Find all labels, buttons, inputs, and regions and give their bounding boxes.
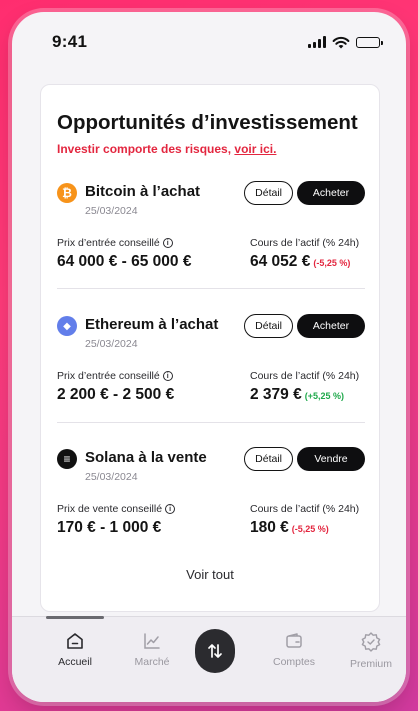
opportunity-title: Bitcoin à l’achat	[85, 183, 201, 200]
bottom-tab-bar: Accueil Marché Comptes Premium	[12, 616, 406, 702]
risk-warning: Investir comporte des risques, voir ici.	[57, 142, 276, 156]
asset-change: (-5,25 %)	[291, 524, 329, 534]
active-tab-indicator	[46, 616, 104, 619]
price-label-text: Prix d’entrée conseillé	[57, 370, 160, 382]
see-all-link[interactable]: Voir tout	[41, 567, 379, 582]
swap-arrows-icon	[208, 644, 222, 658]
price-label-text: Prix d’entrée conseillé	[57, 237, 160, 249]
investment-card: Opportunités d’investissement Investir c…	[40, 84, 380, 612]
signal-icon	[308, 36, 326, 48]
tab-market[interactable]: Marché	[117, 631, 187, 668]
asset-label: Cours de l’actif (% 24h)	[250, 237, 360, 249]
price-value: 170 € - 1 000 €	[57, 519, 162, 536]
chart-icon	[144, 633, 160, 649]
detail-button[interactable]: Détail	[244, 314, 293, 338]
price-label-text: Prix de vente conseillé	[57, 503, 163, 515]
opportunity-ethereum: ◆ Ethereum à l’achat 25/03/2024 Détail A…	[57, 314, 365, 444]
asset-value: 64 052 € (-5,25 %)	[250, 253, 350, 271]
price-value: 64 000 € - 65 000 €	[57, 253, 192, 270]
solana-icon: ≡	[57, 449, 77, 469]
wallet-icon	[286, 633, 302, 648]
price-label: Prix de vente conseillé i	[57, 503, 176, 515]
asset-value: 180 € (-5,25 %)	[250, 519, 329, 537]
detail-button[interactable]: Détail	[244, 181, 293, 205]
asset-price: 180 €	[250, 519, 289, 536]
opportunity-title: Solana à la vente	[85, 449, 207, 466]
sell-button[interactable]: Vendre	[297, 447, 365, 471]
info-icon[interactable]: i	[165, 504, 176, 514]
price-label: Prix d’entrée conseillé i	[57, 370, 173, 382]
opportunity-date: 25/03/2024	[85, 338, 138, 350]
detail-button[interactable]: Détail	[244, 447, 293, 471]
price-value: 2 200 € - 2 500 €	[57, 386, 175, 403]
ethereum-icon: ◆	[57, 316, 77, 336]
asset-label: Cours de l’actif (% 24h)	[250, 370, 360, 382]
tab-accounts[interactable]: Comptes	[259, 631, 329, 668]
risk-warning-text: Investir comporte des risques,	[57, 142, 235, 156]
opportunity-date: 25/03/2024	[85, 205, 138, 217]
tab-premium[interactable]: Premium	[336, 631, 406, 670]
phone-frame: 9:41 Opportunités d’investissement Inves…	[12, 12, 406, 702]
price-label: Prix d’entrée conseillé i	[57, 237, 173, 249]
tab-label: Accueil	[58, 656, 92, 668]
status-icons	[308, 36, 383, 49]
divider	[57, 422, 365, 423]
opportunity-date: 25/03/2024	[85, 471, 138, 483]
tab-label: Comptes	[272, 656, 315, 668]
info-icon[interactable]: i	[162, 371, 173, 381]
asset-change: (+5,25 %)	[304, 391, 344, 401]
tab-home[interactable]: Accueil	[40, 631, 110, 668]
asset-value: 2 379 € (+5,25 %)	[250, 386, 344, 404]
bitcoin-icon: ₿	[57, 183, 77, 203]
opportunity-title: Ethereum à l’achat	[85, 316, 219, 333]
buy-button[interactable]: Acheter	[297, 314, 365, 338]
tab-label: Marché	[134, 656, 170, 668]
opportunity-bitcoin: ₿ Bitcoin à l’achat 25/03/2024 Détail Ac…	[57, 181, 365, 311]
status-bar: 9:41	[12, 12, 406, 72]
info-icon[interactable]: i	[162, 238, 173, 248]
swap-button[interactable]	[195, 629, 235, 673]
home-icon	[67, 633, 83, 649]
asset-change: (-5,25 %)	[313, 258, 351, 268]
card-title: Opportunités d’investissement	[57, 111, 358, 134]
premium-badge-icon	[361, 632, 381, 652]
risk-link[interactable]: voir ici.	[234, 142, 276, 156]
asset-price: 64 052 €	[250, 253, 311, 270]
buy-button[interactable]: Acheter	[297, 181, 365, 205]
battery-icon	[356, 36, 383, 48]
opportunity-solana: ≡ Solana à la vente 25/03/2024 Détail Ve…	[57, 447, 365, 577]
asset-label: Cours de l’actif (% 24h)	[250, 503, 360, 515]
wifi-icon	[332, 36, 350, 48]
divider	[57, 288, 365, 289]
asset-price: 2 379 €	[250, 386, 302, 403]
tab-label: Premium	[349, 658, 392, 670]
status-time: 9:41	[52, 32, 88, 51]
